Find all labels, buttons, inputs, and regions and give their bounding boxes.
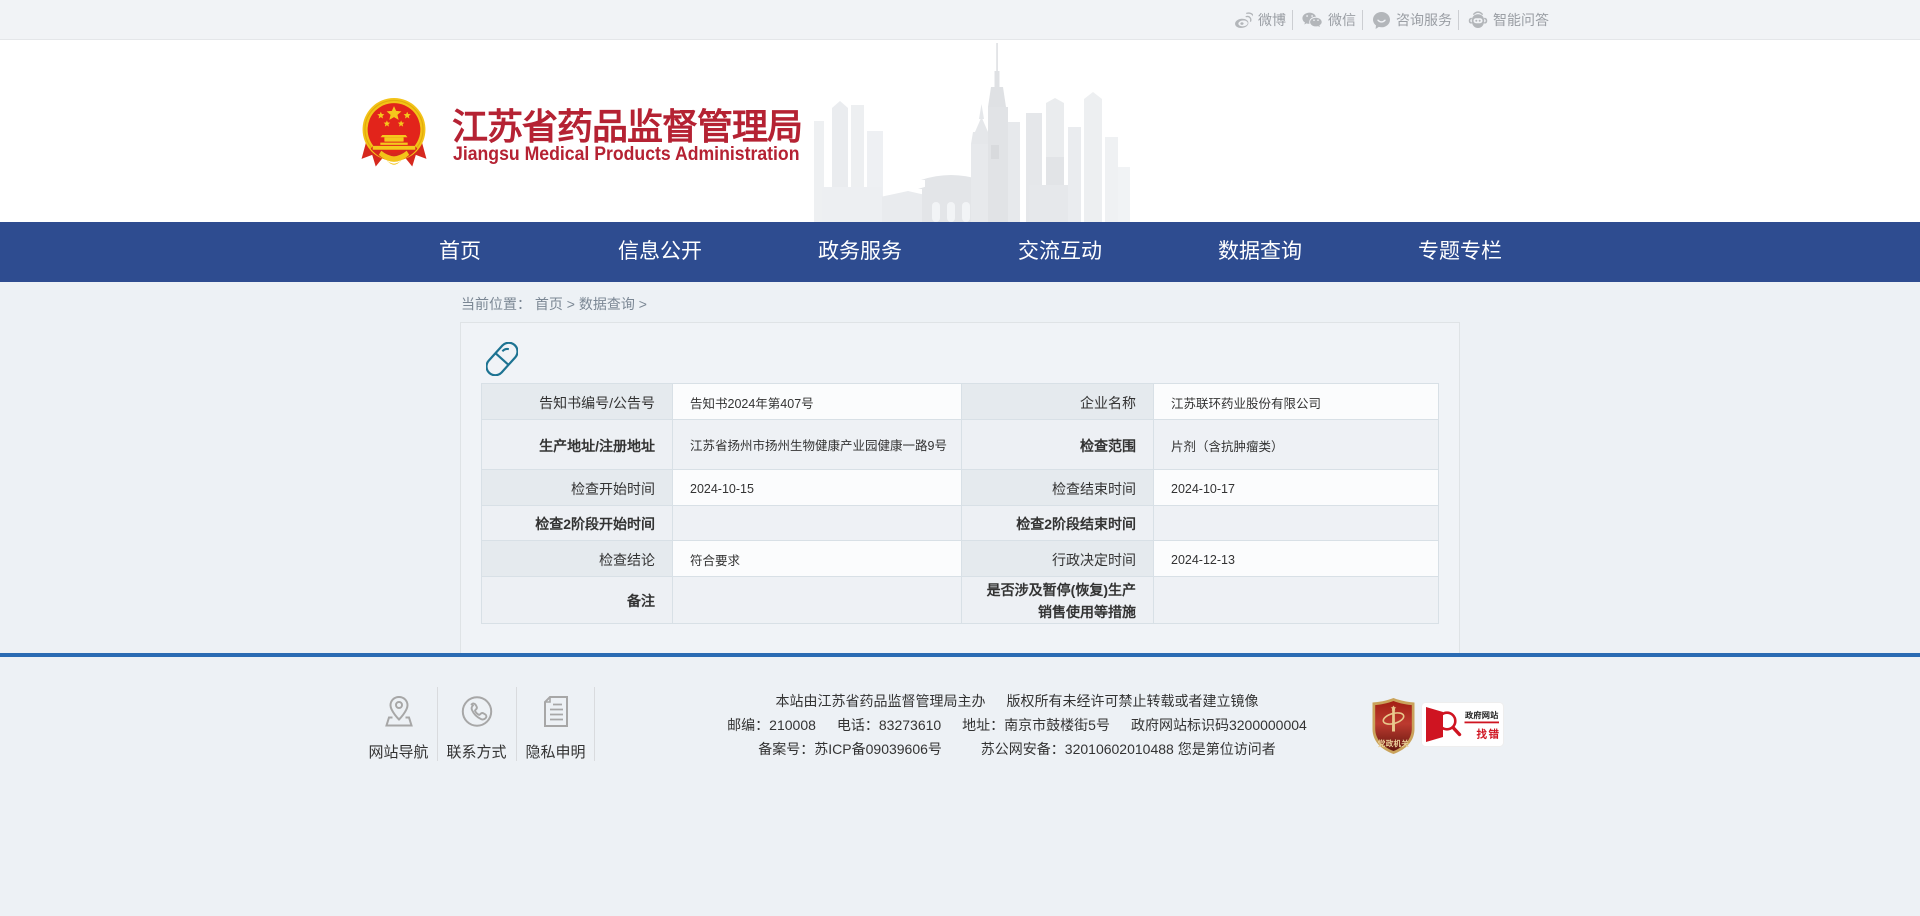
svg-text:政府网站: 政府网站: [1465, 710, 1499, 720]
svg-text:找错: 找错: [1477, 728, 1501, 741]
